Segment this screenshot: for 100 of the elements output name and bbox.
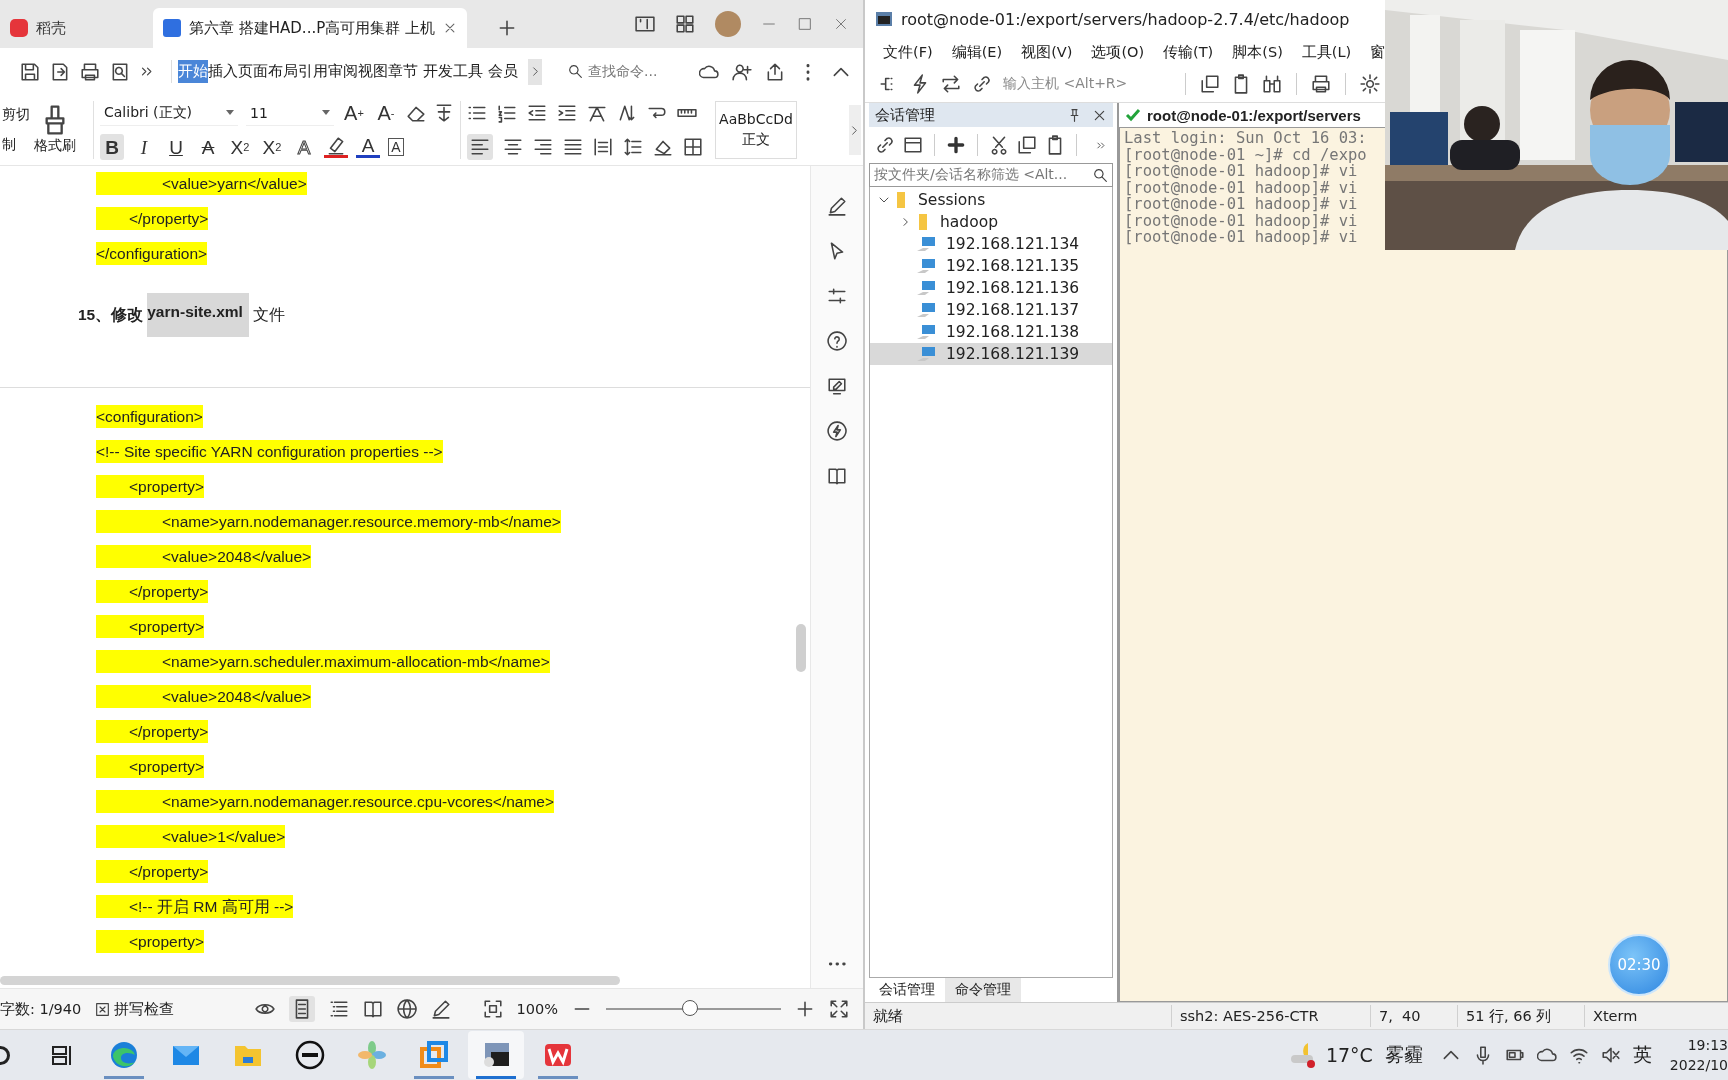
align-center-icon[interactable]	[503, 137, 523, 157]
fit-frame-icon[interactable]	[482, 999, 503, 1020]
filter-field[interactable]: 按文件夹/会话名称筛选 <Alt...	[869, 163, 1113, 187]
repeat-icon[interactable]	[941, 74, 961, 94]
input-method-indicator[interactable]: 英	[1632, 1042, 1652, 1068]
export-icon[interactable]	[50, 61, 70, 82]
globe-icon[interactable]	[396, 999, 417, 1020]
script-button[interactable]: X$^{2}$	[228, 134, 252, 160]
double-chevron-icon[interactable]	[140, 64, 155, 79]
menu-item[interactable]: 传输(T)	[1163, 42, 1214, 62]
document-tab[interactable]: 稻壳	[0, 8, 153, 48]
outdent-icon[interactable]	[527, 103, 547, 123]
ribbon-tab[interactable]: 视图	[358, 60, 388, 83]
ribbon-tab[interactable]: 会员	[488, 60, 518, 83]
menu-item[interactable]: 文件(F)	[883, 42, 933, 62]
gear-icon[interactable]	[1360, 74, 1380, 94]
book-icon[interactable]	[362, 999, 383, 1020]
zoom-level[interactable]: 100%	[516, 1001, 558, 1018]
ribbon-tab[interactable]: 页面布局	[238, 60, 298, 83]
pencil-icon[interactable]	[430, 999, 451, 1020]
clock-time[interactable]: 19:13	[1687, 1035, 1728, 1055]
underline-button[interactable]: U	[164, 134, 188, 160]
line-spacing-icon[interactable]	[623, 137, 643, 157]
chevron-right-icon[interactable]	[849, 124, 860, 136]
tree-item[interactable]: 192.168.121.135	[870, 255, 1112, 277]
weather-condition[interactable]: 雾霾	[1384, 1042, 1423, 1068]
effect-button[interactable]: A	[292, 134, 316, 160]
indent-icon[interactable]	[557, 103, 577, 123]
menu-item[interactable]: 工具(L)	[1301, 42, 1352, 62]
color-button[interactable]: A	[356, 136, 380, 158]
ribbon-tab[interactable]: 章节	[388, 60, 418, 83]
copy-icon[interactable]	[1017, 135, 1037, 155]
numbered-list-icon[interactable]	[497, 103, 517, 123]
panel-tab[interactable]: 命令管理	[945, 978, 1021, 1003]
menu-item[interactable]: 窗	[1370, 42, 1386, 62]
close-icon[interactable]	[443, 21, 457, 35]
border-button[interactable]: A	[388, 138, 404, 156]
tree-item[interactable]: 192.168.121.137	[870, 299, 1112, 321]
font-size-dropdown[interactable]: 11	[246, 100, 334, 126]
font-size-button[interactable]: A$^{-}$	[374, 100, 398, 126]
plus-icon[interactable]	[946, 135, 966, 155]
ribbon-tab[interactable]: 审阅	[328, 60, 358, 83]
bold-button[interactable]: B	[100, 134, 124, 160]
copy-icon[interactable]	[1200, 74, 1220, 94]
word-count[interactable]: 字数: 1/940	[0, 999, 82, 1019]
pen-box-icon[interactable]	[827, 376, 847, 396]
style-preset[interactable]: AaBbCcDd 正文	[715, 101, 797, 159]
save-icon[interactable]	[20, 61, 40, 82]
sliders-icon[interactable]	[827, 286, 847, 306]
ribbon-tab[interactable]: 开发工具	[423, 60, 483, 83]
justify-icon[interactable]	[563, 137, 583, 157]
slider-thumb[interactable]	[682, 1000, 698, 1017]
align-right-icon[interactable]	[533, 137, 553, 157]
book-icon[interactable]	[827, 466, 847, 486]
close-icon[interactable]	[833, 16, 849, 32]
binoculars-icon[interactable]	[1262, 74, 1282, 94]
print-icon[interactable]	[1311, 74, 1331, 94]
menu-item[interactable]: 脚本(S)	[1232, 42, 1283, 62]
maximize-icon[interactable]	[797, 16, 813, 32]
speaker-muted-icon[interactable]	[1600, 1045, 1621, 1065]
grid-icon[interactable]	[675, 14, 695, 34]
copy-label[interactable]: 制	[2, 136, 30, 154]
font-size-button[interactable]: A$^{+}$	[342, 100, 366, 126]
ribbon-tab[interactable]: 引用	[298, 60, 328, 83]
tree-item[interactable]: hadoop	[870, 211, 1112, 233]
link-icon[interactable]	[972, 74, 992, 94]
highlight-button[interactable]	[324, 136, 348, 158]
clock-date[interactable]: 2022/10	[1669, 1055, 1728, 1075]
cut-label[interactable]: 剪切	[2, 106, 30, 124]
ribbon-tab[interactable]: 插入	[208, 60, 238, 83]
scissors-icon[interactable]	[989, 135, 1009, 155]
help-icon[interactable]	[827, 331, 847, 351]
format-painter-button[interactable]: 格式刷	[34, 105, 76, 155]
menu-item[interactable]: 编辑(E)	[951, 42, 1003, 62]
avatar[interactable]	[715, 11, 741, 37]
spell-check-button[interactable]: 拼写检查	[95, 999, 175, 1019]
expand-icon[interactable]	[829, 999, 849, 1020]
print-icon[interactable]	[80, 61, 100, 82]
share-icon[interactable]	[765, 61, 785, 82]
menu-item[interactable]: 选项(O)	[1091, 42, 1145, 62]
session-tab[interactable]: root@node-01:/export/servers	[1119, 103, 1374, 127]
host-input-field[interactable]: 输入主机 <Alt+R>	[1003, 75, 1171, 93]
menu-item[interactable]: 视图(V)	[1021, 42, 1073, 62]
tree-item[interactable]: 192.168.121.134	[870, 233, 1112, 255]
command-search-field[interactable]: 查找命令...	[568, 62, 658, 81]
ribbon-tab[interactable]: 开始	[178, 60, 208, 83]
taskbar-app-button[interactable]	[468, 1031, 524, 1079]
window-icon[interactable]	[903, 135, 923, 155]
reading-layout-icon[interactable]	[635, 14, 655, 34]
borders-icon[interactable]	[683, 137, 703, 157]
italic-button[interactable]: I	[132, 134, 156, 160]
tree-item[interactable]: Sessions	[870, 189, 1112, 211]
tree-item[interactable]: 192.168.121.138	[870, 321, 1112, 343]
tree-item[interactable]: 192.168.121.139	[870, 343, 1112, 365]
link-icon[interactable]	[875, 135, 895, 155]
temperature[interactable]: 17°C	[1325, 1044, 1373, 1066]
pencil-icon[interactable]	[827, 196, 847, 216]
font-family-dropdown[interactable]: Calibri (正文)	[100, 100, 238, 126]
double-chevron-icon[interactable]	[1096, 139, 1107, 151]
align-left-icon[interactable]	[470, 137, 490, 157]
